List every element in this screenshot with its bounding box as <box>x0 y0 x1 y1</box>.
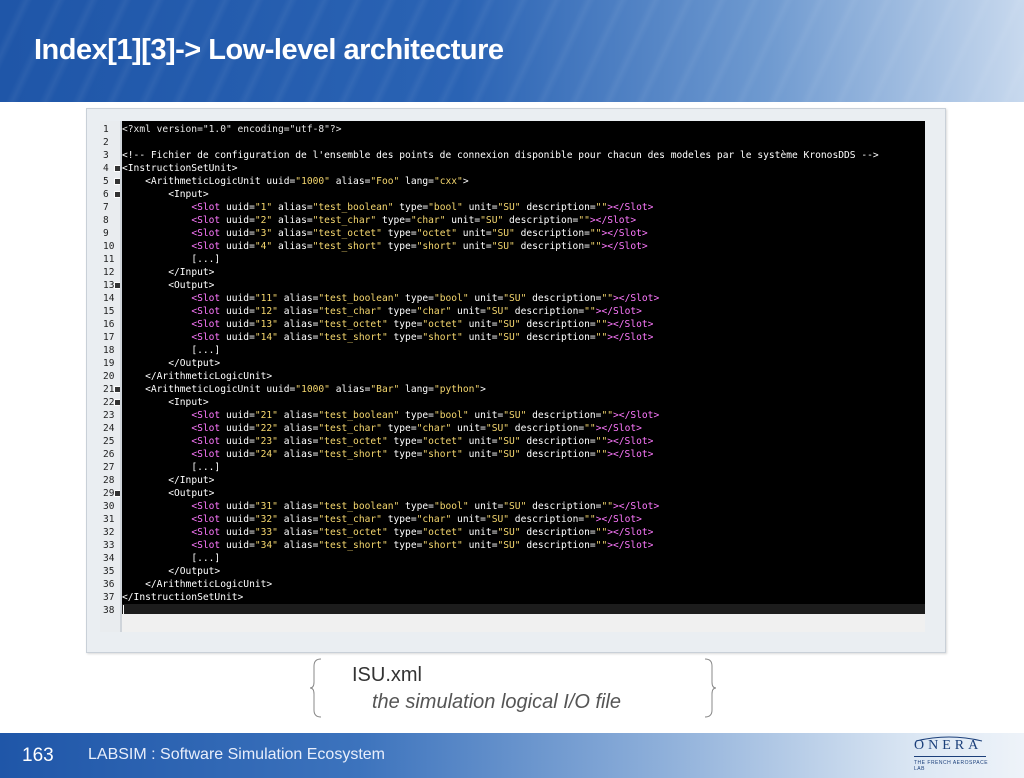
line-number: 3 <box>103 150 109 161</box>
line-number: 16 <box>103 319 115 330</box>
code-line: <Slot uuid="2" alias="test_char" type="c… <box>191 215 637 226</box>
caption-description: the simulation logical I/O file <box>372 691 622 713</box>
code-line: <Slot uuid="1" alias="test_boolean" type… <box>191 202 654 213</box>
slide-title: Index[1][3]-> Low-level architecture <box>34 34 504 66</box>
line-number: 7 <box>103 202 109 213</box>
line-number: 1 <box>103 124 109 135</box>
line-number: 9 <box>103 228 109 239</box>
code-line: <Output> <box>168 280 215 291</box>
line-number: 18 <box>103 345 115 356</box>
footer-text: LABSIM : Software Simulation Ecosystem <box>88 746 385 763</box>
line-number: 27 <box>103 462 115 473</box>
line-number: 20 <box>103 371 115 382</box>
code-area[interactable]: <?xml version="1.0" encoding="utf-8"?> <!… <box>122 121 925 632</box>
code-line: <Slot uuid="13" alias="test_octet" type=… <box>191 319 654 330</box>
line-number: 34 <box>103 553 115 564</box>
line-number: 11 <box>103 254 115 265</box>
code-line: <Slot uuid="31" alias="test_boolean" typ… <box>191 501 660 512</box>
caption-filename: ISU.xml <box>352 664 422 686</box>
line-number: 28 <box>103 475 115 486</box>
code-line: <Slot uuid="14" alias="test_short" type=… <box>191 332 654 343</box>
horizontal-scrollbar[interactable] <box>122 614 925 632</box>
code-line: <Input> <box>168 397 209 408</box>
code-line: </Input> <box>168 475 215 486</box>
code-line: </Output> <box>168 566 221 577</box>
code-line: [...] <box>191 462 221 473</box>
code-line: </ArithmeticLogicUnit> <box>145 579 273 590</box>
logo-rule-icon <box>914 756 986 757</box>
code-line: </InstructionSetUnit> <box>122 592 244 603</box>
line-number: 26 <box>103 449 115 460</box>
code-line: <Slot uuid="33" alias="test_octet" type=… <box>191 527 654 538</box>
code-editor[interactable]: 1 2 3 4 5 6 7 8 9 10 11 12 13 14 15 16 17 18 19 20 21 22 23 24 2… <box>100 121 925 632</box>
line-number: 30 <box>103 501 115 512</box>
code-line: <?xml version="1.0" encoding="utf-8"?> <box>122 124 342 135</box>
line-number: 35 <box>103 566 115 577</box>
logo-tagline: THE FRENCH AEROSPACE LAB <box>914 760 989 772</box>
line-number: 17 <box>103 332 115 343</box>
code-line: <Output> <box>168 488 215 499</box>
line-number: 24 <box>103 423 115 434</box>
line-number: 23 <box>103 410 115 421</box>
line-number: 37 <box>103 592 115 603</box>
line-number: 19 <box>103 358 115 369</box>
code-line: <Slot uuid="3" alias="test_octet" type="… <box>191 228 648 239</box>
line-number: 10 <box>103 241 115 252</box>
code-line: <InstructionSetUnit> <box>122 163 238 174</box>
line-number: 36 <box>103 579 115 590</box>
code-line: <Slot uuid="23" alias="test_octet" type=… <box>191 436 654 447</box>
line-number: 14 <box>103 293 115 304</box>
line-number: 38 <box>103 605 115 616</box>
line-number: 32 <box>103 527 115 538</box>
code-line: <!-- Fichier de configuration de l'ensem… <box>122 150 879 161</box>
code-line: <Slot uuid="24" alias="test_short" type=… <box>191 449 654 460</box>
line-number: 12 <box>103 267 115 278</box>
code-line: </ArithmeticLogicUnit> <box>145 371 273 382</box>
onera-logo: ONERA THE FRENCH AEROSPACE LAB <box>900 736 1000 774</box>
code-line: <ArithmeticLogicUnit uuid="1000" alias="… <box>145 176 469 187</box>
line-number: 25 <box>103 436 115 447</box>
right-brace-icon <box>704 658 716 718</box>
caption: ISU.xml the simulation logical I/O file <box>310 658 716 720</box>
code-line: [...] <box>191 345 221 356</box>
line-number: 15 <box>103 306 115 317</box>
code-line: <Input> <box>168 189 209 200</box>
code-line: <ArithmeticLogicUnit uuid="1000" alias="… <box>145 384 486 395</box>
code-line: [...] <box>191 553 221 564</box>
code-line: <Slot uuid="4" alias="test_short" type="… <box>191 241 648 252</box>
code-line: <Slot uuid="22" alias="test_char" type="… <box>191 423 642 434</box>
code-line: <Slot uuid="32" alias="test_char" type="… <box>191 514 642 525</box>
code-line: <Slot uuid="11" alias="test_boolean" typ… <box>191 293 660 304</box>
code-line: </Input> <box>168 267 215 278</box>
code-line: [...] <box>191 254 221 265</box>
line-number: 8 <box>103 215 109 226</box>
logo-word: ONERA <box>914 738 983 753</box>
page-number: 163 <box>22 745 54 766</box>
code-line: </Output> <box>168 358 221 369</box>
line-number: 31 <box>103 514 115 525</box>
code-line: <Slot uuid="21" alias="test_boolean" typ… <box>191 410 660 421</box>
line-number-gutter: 1 2 3 4 5 6 7 8 9 10 11 12 13 14 15 16 17 18 19 20 21 22 23 24 2… <box>100 121 121 632</box>
line-number: 2 <box>103 137 109 148</box>
code-line: <Slot uuid="34" alias="test_short" type=… <box>191 540 654 551</box>
left-brace-icon <box>310 658 322 718</box>
line-number: 33 <box>103 540 115 551</box>
code-line: <Slot uuid="12" alias="test_char" type="… <box>191 306 642 317</box>
